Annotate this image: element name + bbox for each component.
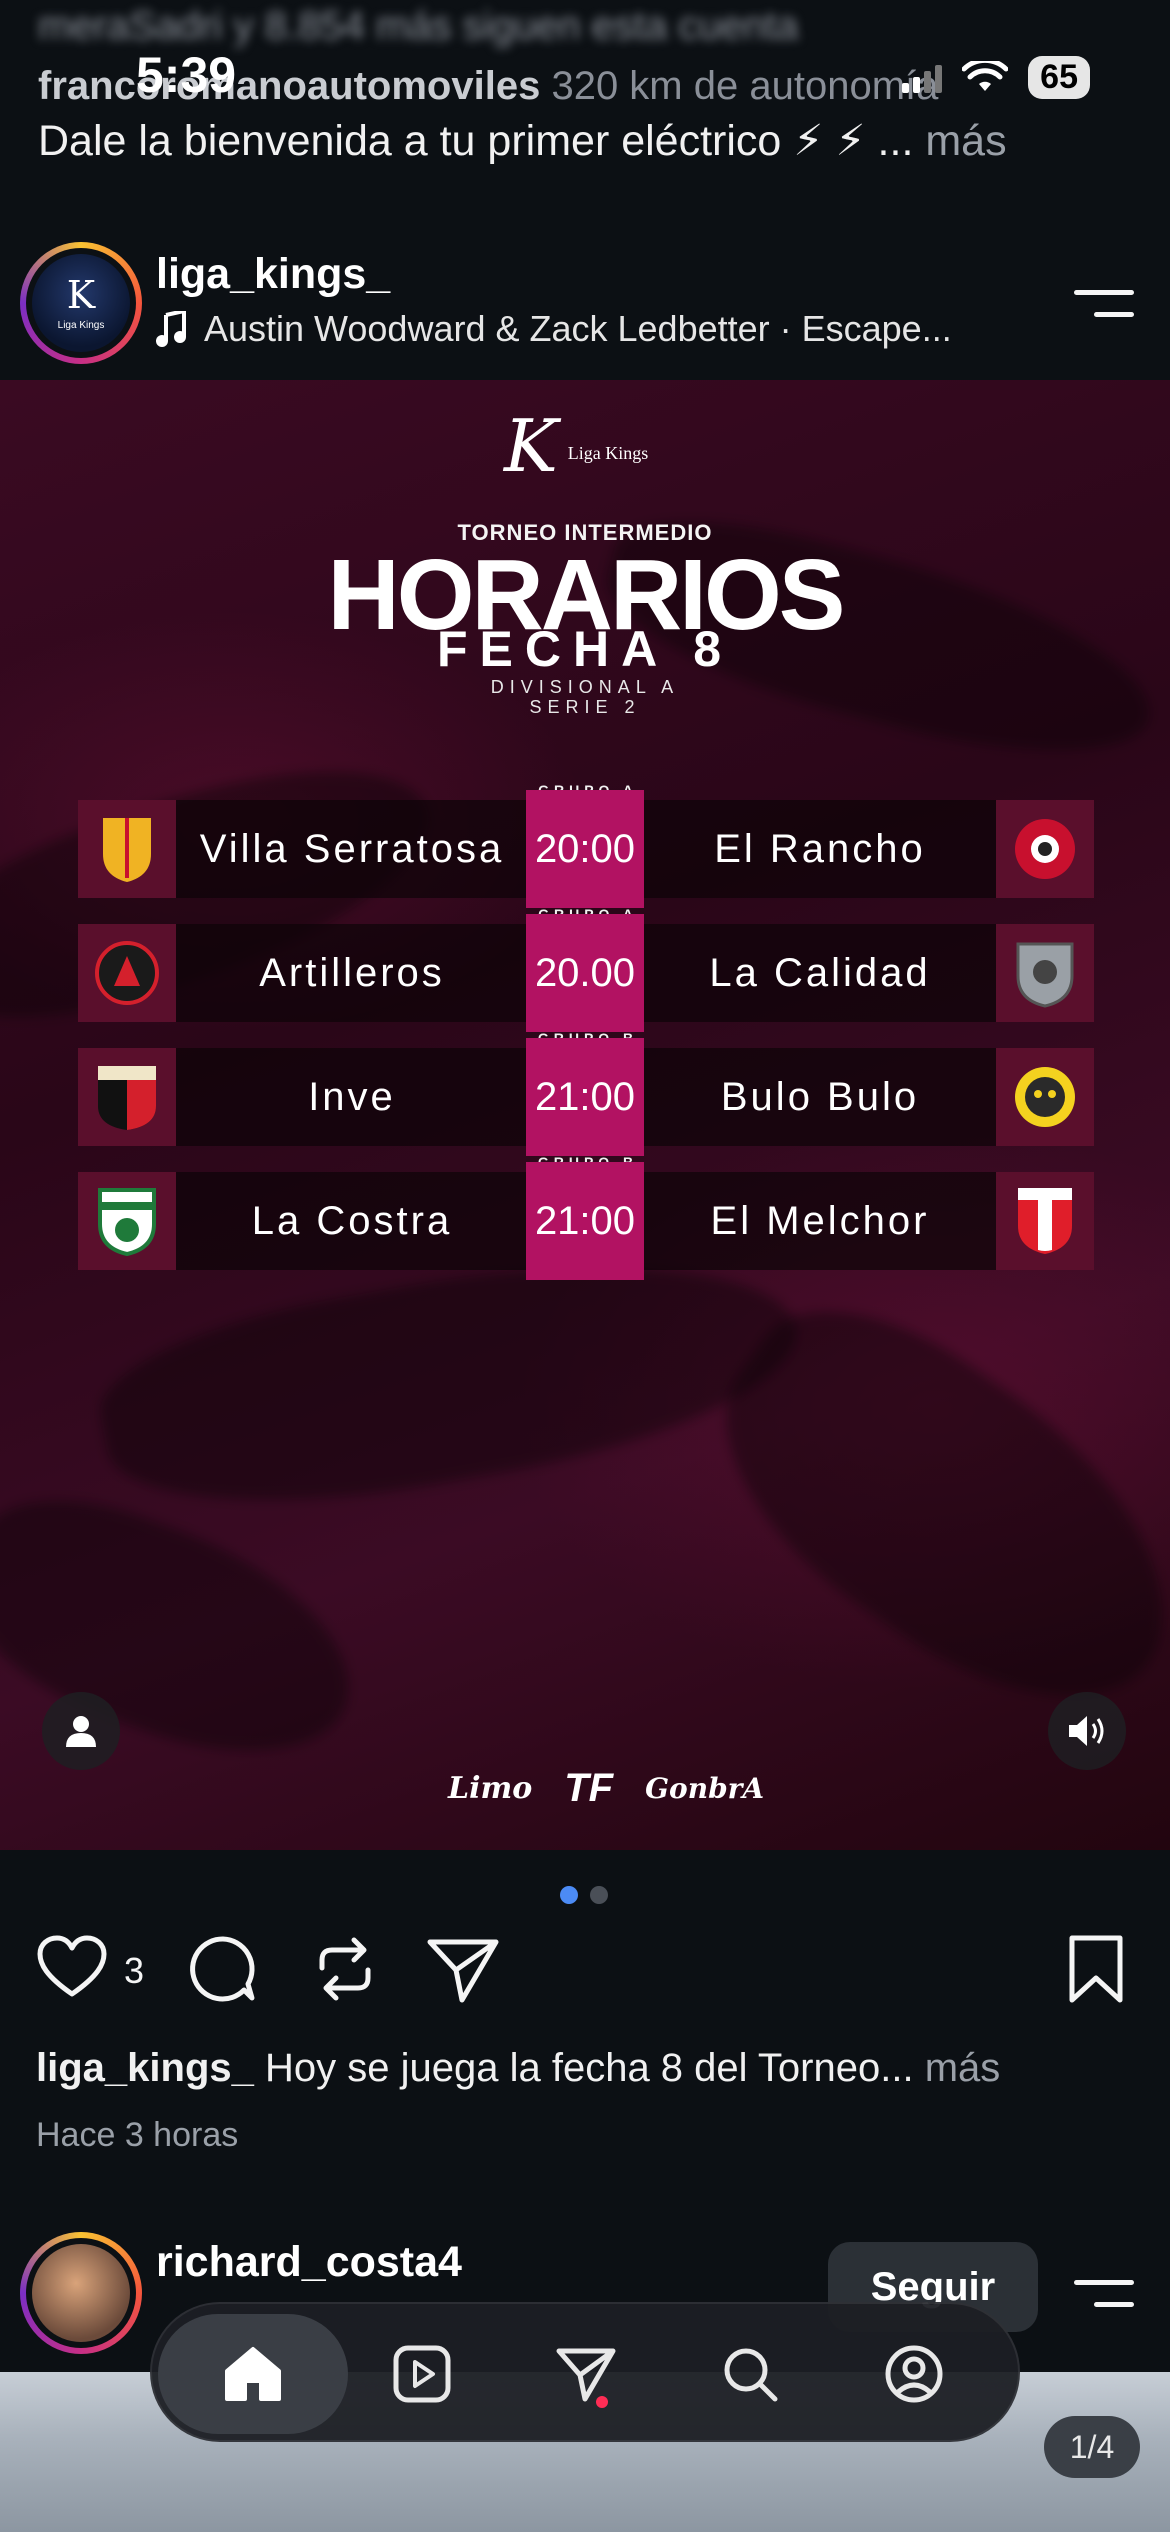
home-team: Villa Serratosa — [78, 800, 528, 898]
post-username[interactable]: liga_kings_ — [156, 250, 390, 299]
caption-text: Hoy se juega la fecha 8 del Torneo... — [265, 2046, 914, 2090]
nav-profile[interactable] — [864, 2324, 964, 2424]
match-time: 20.00 — [526, 914, 644, 1032]
carousel-dots — [560, 1886, 608, 1904]
post-audio-label: Austin Woodward & Zack Ledbetter · Escap… — [204, 308, 952, 349]
post-audio-link[interactable]: Austin Woodward & Zack Ledbetter · Escap… — [156, 308, 952, 350]
division-line-2: SERIE 2 — [529, 696, 641, 717]
avatar-logo-text: Liga Kings — [57, 319, 105, 331]
bottom-navigation — [150, 2302, 1020, 2442]
graphic-fecha: FECHA 8 — [436, 621, 734, 677]
next-post-menu-icon[interactable] — [1074, 2274, 1134, 2314]
caption-username[interactable]: liga_kings_ — [36, 2046, 254, 2090]
away-team: El Rancho — [644, 800, 1094, 898]
home-team-name: Inve — [308, 1075, 396, 1119]
home-team-crest — [78, 1048, 176, 1146]
away-team: La Calidad — [644, 924, 1094, 1022]
nav-home[interactable] — [158, 2314, 348, 2434]
post-image[interactable]: K Liga Kings TORNEO INTERMEDIO HORARIOS … — [0, 380, 1170, 1850]
previous-post-caption[interactable]: Dale la bienvenida a tu primer eléctrico… — [38, 116, 1007, 166]
search-icon — [724, 2348, 778, 2402]
sponsor-logo: TF — [564, 1766, 614, 1810]
nav-messages[interactable] — [536, 2324, 636, 2424]
status-icons: 65 — [902, 56, 1090, 99]
home-team: Artilleros — [78, 924, 528, 1022]
match-row: GRUPO B Inve 21:00 Bulo Bulo — [78, 1030, 1094, 1156]
next-post-avatar[interactable] — [20, 2232, 142, 2354]
caption-more-link[interactable]: más — [925, 2046, 1001, 2090]
graphic-division: DIVISIONAL A SERIE 2 — [0, 677, 1170, 718]
wifi-icon — [962, 60, 1009, 91]
like-heart-icon[interactable] — [36, 1934, 108, 2000]
previous-caption-more-link[interactable]: más — [925, 117, 1006, 165]
home-team-name: La Costra — [251, 1199, 453, 1243]
previous-post-account[interactable]: francoromanoautomoviles — [38, 64, 540, 108]
previous-caption-text: Dale la bienvenida a tu primer eléctrico… — [38, 117, 914, 165]
match-time: 20:00 — [526, 790, 644, 908]
away-team: Bulo Bulo — [644, 1048, 1094, 1146]
previous-post-followers-line: meraSadri y 8.854 más siguen esta cuenta — [38, 4, 799, 48]
post-actions: 3 — [36, 1934, 1136, 2014]
signal-icon — [902, 64, 943, 93]
post-caption[interactable]: liga_kings_ Hoy se juega la fecha 8 del … — [36, 2046, 1000, 2091]
away-team-crest — [996, 1172, 1094, 1270]
home-team-name: Artilleros — [259, 951, 445, 995]
logo-brand-text: Liga Kings — [567, 443, 649, 463]
avatar-logo-k: K — [66, 272, 96, 317]
home-team: Inve — [78, 1048, 528, 1146]
post-avatar[interactable]: K Liga Kings — [20, 242, 142, 364]
messages-notification-dot — [596, 2396, 608, 2408]
home-team: La Costra — [78, 1172, 528, 1270]
away-team-name: El Melchor — [710, 1199, 930, 1243]
carousel-dot — [590, 1886, 608, 1904]
battery-indicator: 65 — [1028, 56, 1090, 99]
away-team-crest — [996, 1048, 1094, 1146]
post-menu-icon[interactable] — [1074, 284, 1134, 324]
match-time: 21:00 — [526, 1038, 644, 1156]
home-icon — [225, 2347, 281, 2401]
nav-reels[interactable] — [372, 2324, 472, 2424]
away-team-crest — [996, 800, 1094, 898]
match-row: GRUPO A Villa Serratosa 20:00 El Rancho — [78, 782, 1094, 908]
previous-post-account-text: 320 km de autonomía — [551, 64, 939, 108]
status-time: 5:39 — [136, 47, 237, 103]
profile-icon — [885, 2345, 943, 2403]
home-team-crest — [78, 924, 176, 1022]
match-row: GRUPO A Artilleros 20.00 La Calidad — [78, 906, 1094, 1032]
away-team-name: La Calidad — [709, 951, 931, 995]
person-icon — [66, 1716, 96, 1747]
away-team-crest — [996, 924, 1094, 1022]
home-team-name: Villa Serratosa — [199, 827, 505, 871]
sponsor-logo: GonbrA — [645, 1772, 765, 1805]
away-team-name: Bulo Bulo — [720, 1075, 920, 1119]
save-bookmark-icon[interactable] — [1066, 1934, 1126, 2006]
carousel-dot-active — [560, 1886, 578, 1904]
speaker-icon — [1069, 1716, 1104, 1746]
post-header: K Liga Kings liga_kings_ Austin Woodward… — [0, 236, 1170, 380]
share-send-icon[interactable] — [426, 1934, 500, 2004]
sponsor-logo: Limo — [448, 1771, 533, 1806]
division-line-1: DIVISIONAL A — [490, 677, 680, 697]
music-note-icon — [156, 311, 186, 347]
logo-k-mark: K — [504, 404, 558, 488]
home-team-crest — [78, 800, 176, 898]
like-count[interactable]: 3 — [124, 1950, 144, 1992]
match-row: GRUPO B La Costra 21:00 El Melchor — [78, 1154, 1094, 1280]
tagged-people-button[interactable] — [42, 1692, 120, 1770]
liga-kings-logo: K Liga Kings — [504, 410, 648, 482]
next-post-username[interactable]: richard_costa4 — [156, 2238, 462, 2287]
home-team-crest — [78, 1172, 176, 1270]
sound-toggle-button[interactable] — [1048, 1692, 1126, 1770]
match-time: 21:00 — [526, 1162, 644, 1280]
post-timestamp: Hace 3 horas — [36, 2116, 239, 2154]
sponsor-logos: Limo TF GonbrA — [448, 1766, 764, 1811]
nav-search[interactable] — [700, 2324, 800, 2424]
away-team-name: El Rancho — [714, 827, 926, 871]
repost-icon[interactable] — [312, 1934, 378, 2004]
comment-icon[interactable] — [188, 1934, 258, 2004]
page-indicator: 1/4 — [1044, 2416, 1140, 2478]
away-team: El Melchor — [644, 1172, 1094, 1270]
reels-play-icon — [393, 2345, 451, 2403]
messages-send-icon — [556, 2348, 616, 2402]
